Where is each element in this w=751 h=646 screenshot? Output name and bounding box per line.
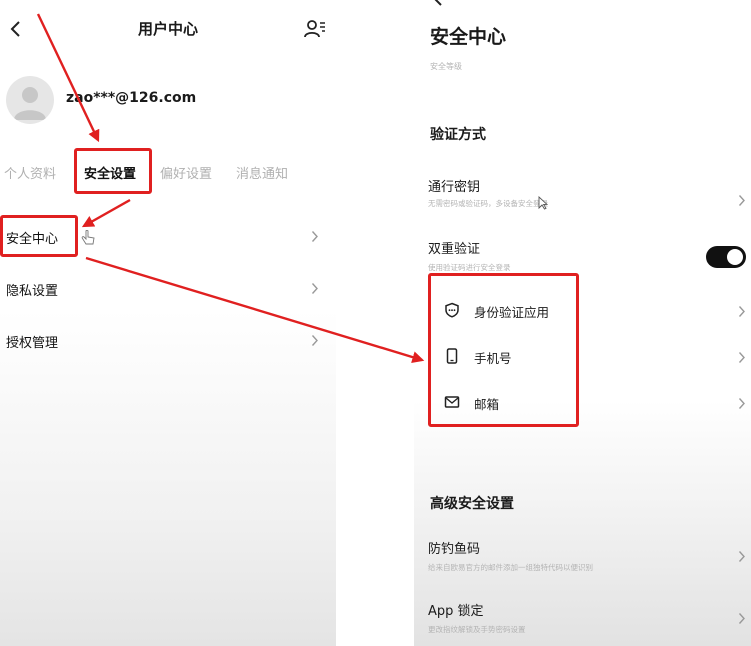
shield-icon — [445, 302, 459, 318]
mail-icon — [444, 396, 460, 408]
passkey-item[interactable]: 通行密钥 无需密码或验证码，多设备安全登录 — [414, 174, 751, 214]
menu-item-authorization[interactable]: 授权管理 — [0, 324, 336, 358]
authenticator-app-item[interactable]: 身份验证应用 — [414, 292, 751, 328]
page-title: 用户中心 — [137, 20, 198, 38]
chevron-left-icon[interactable] — [430, 0, 444, 6]
phone-icon — [446, 348, 458, 364]
phone-number-item[interactable]: 手机号 — [414, 338, 751, 374]
hand-cursor-icon — [81, 230, 95, 245]
item-title: 双重验证 — [428, 242, 481, 257]
security-level-label: 安全等级 — [430, 62, 462, 71]
email-item[interactable]: 邮箱 — [414, 384, 751, 420]
item-title: App 锁定 — [428, 604, 484, 619]
tab-security-settings[interactable]: 安全设置 — [84, 163, 136, 182]
chevron-right-icon — [311, 335, 318, 346]
item-description: 无需密码或验证码，多设备安全登录 — [428, 199, 548, 208]
chevron-right-icon — [311, 283, 318, 294]
mouse-pointer-icon — [538, 196, 548, 210]
chevron-right-icon — [738, 352, 745, 363]
menu-item-security-center[interactable]: 安全中心 — [0, 220, 336, 254]
chevron-right-icon — [738, 195, 745, 206]
user-center-screen: 用户中心 zao***@126.com 个人资料 安全设置 偏好设置 消息通知 … — [0, 0, 336, 646]
item-title: 防钓鱼码 — [428, 542, 481, 557]
chevron-right-icon — [738, 398, 745, 409]
menu-item-label: 隐私设置 — [6, 284, 59, 299]
item-label: 邮箱 — [474, 397, 500, 412]
page-title: 安全中心 — [430, 26, 507, 48]
menu-item-label: 授权管理 — [6, 336, 59, 351]
menu-item-label: 安全中心 — [6, 232, 59, 247]
item-label: 身份验证应用 — [474, 305, 550, 320]
tab-preferences[interactable]: 偏好设置 — [160, 163, 212, 182]
user-contacts-icon — [304, 20, 325, 38]
menu-item-privacy[interactable]: 隐私设置 — [0, 272, 336, 306]
tab-personal-info[interactable]: 个人资料 — [4, 163, 56, 182]
item-label: 手机号 — [474, 351, 512, 366]
contacts-button[interactable] — [302, 16, 328, 42]
two-factor-item: 双重验证 使用验证码进行安全登录 — [414, 238, 751, 278]
app-lock-item[interactable]: App 锁定 更改指纹解锁及手势密码设置 — [414, 600, 751, 640]
section-heading-verification: 验证方式 — [430, 127, 486, 143]
user-email: zao***@126.com — [66, 90, 197, 106]
toggle-knob — [727, 249, 743, 265]
item-description: 更改指纹解锁及手势密码设置 — [428, 625, 526, 634]
item-description: 使用验证码进行安全登录 — [428, 263, 511, 272]
chevron-right-icon — [311, 231, 318, 242]
section-heading-advanced: 高级安全设置 — [430, 496, 514, 512]
tab-notifications[interactable]: 消息通知 — [236, 163, 288, 182]
screen-gap — [336, 0, 414, 646]
security-center-screen: 安全中心 安全等级 验证方式 通行密钥 无需密码或验证码，多设备安全登录 双重验… — [414, 0, 751, 646]
chevron-right-icon — [738, 306, 745, 317]
default-avatar-icon — [14, 87, 46, 120]
avatar[interactable] — [6, 76, 54, 124]
item-description: 给来自欧易官方的邮件添加一组独特代码以便识别 — [428, 563, 593, 572]
chevron-right-icon — [738, 551, 745, 562]
item-title: 通行密钥 — [428, 180, 481, 195]
chevron-right-icon — [738, 613, 745, 624]
two-factor-toggle[interactable] — [706, 246, 746, 268]
anti-phishing-code-item[interactable]: 防钓鱼码 给来自欧易官方的邮件添加一组独特代码以便识别 — [414, 538, 751, 578]
